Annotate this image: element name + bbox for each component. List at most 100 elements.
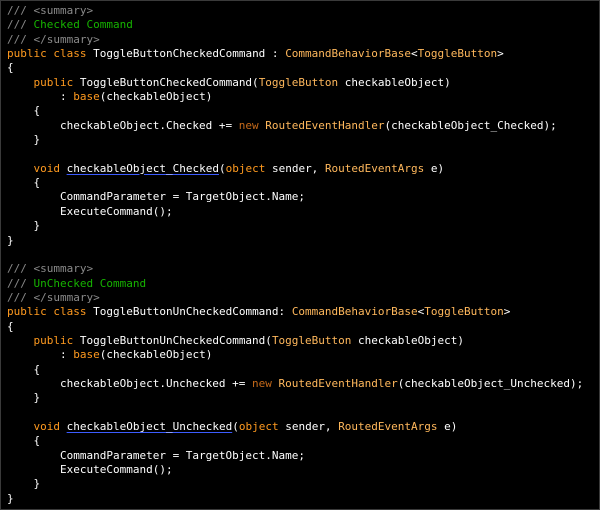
code-token: CommandParameter = TargetObject.Name; [7, 190, 306, 204]
code-editor[interactable]: /// <summary>/// Checked Command/// </su… [0, 0, 600, 510]
code-token: } [7, 391, 41, 405]
code-token: ToggleButtonUnCheckedCommand( [73, 333, 272, 347]
code-token: public [33, 75, 74, 89]
code-line: { [7, 320, 583, 334]
code-token: sender, [265, 161, 325, 175]
code-line: { [7, 176, 583, 190]
code-comment-token: /// [7, 262, 34, 276]
code-token: ( [232, 419, 239, 433]
code-token: public [7, 305, 47, 319]
code-comment-token: /// [7, 4, 34, 17]
code-token: { [7, 176, 41, 190]
code-line: /// <summary> [7, 4, 583, 18]
code-line: { [7, 61, 583, 75]
code-token: RoutedEventHandler [265, 118, 385, 132]
code-line: } [7, 133, 583, 147]
code-line: /// <summary> [7, 262, 583, 276]
code-line: { [7, 434, 583, 448]
code-comment-token: </summary> [33, 290, 100, 304]
code-token: CommandBehaviorBase [285, 47, 412, 61]
code-token: ExecuteCommand(); [7, 204, 173, 218]
code-token: } [7, 219, 41, 233]
code-token: ExecuteCommand(); [7, 463, 173, 476]
code-token: : [7, 90, 74, 104]
code-token: { [7, 434, 41, 448]
code-line: } [7, 492, 583, 506]
code-line: /// UnChecked Command [7, 277, 583, 291]
code-token: RoutedEventArgs [324, 161, 425, 175]
code-token: base [73, 348, 100, 362]
code-token: { [7, 104, 41, 118]
code-token: < [411, 47, 418, 61]
code-token: sender, [278, 419, 339, 433]
code-token: object [238, 419, 279, 433]
code-comment-token: Checked Command [33, 18, 133, 32]
code-comment-token: /// [7, 276, 34, 290]
code-token: CommandParameter = TargetObject.Name; [7, 448, 306, 462]
code-token: ToggleButton [424, 305, 504, 319]
code-token: ToggleButtonUnCheckedCommand: [86, 305, 292, 319]
code-line: checkableObject.Unchecked += new RoutedE… [7, 377, 583, 391]
code-token: void [33, 161, 61, 175]
code-token: ToggleButton [417, 47, 498, 61]
code-line: /// </summary> [7, 33, 583, 47]
code-comment-token: <summary> [33, 262, 94, 276]
code-line: } [7, 477, 583, 491]
code-line: } [7, 391, 583, 405]
code-token: ToggleButton [271, 333, 352, 347]
code-line: : base(checkableObject) [7, 348, 583, 362]
code-token: (checkableObject) [99, 348, 213, 362]
code-token: ( [218, 161, 226, 175]
code-line: } [7, 234, 583, 248]
code-token: CommandBehaviorBase [291, 305, 418, 319]
code-token: new [252, 376, 272, 390]
code-token: new [238, 118, 259, 132]
code-token: { [7, 319, 14, 333]
code-token: } [7, 233, 14, 247]
code-token: (checkableObject_Unchecked); [397, 376, 584, 390]
code-token: checkableObject.Checked += [7, 118, 239, 132]
code-line: void checkableObject_Unchecked(object se… [7, 420, 583, 434]
code-token: object [225, 161, 266, 175]
code-token: { [7, 362, 41, 376]
code-comment-token: <summary> [33, 4, 94, 17]
code-line: public ToggleButtonUnCheckedCommand(Togg… [7, 334, 583, 348]
code-line: : base(checkableObject) [7, 90, 583, 104]
code-token: e) [437, 419, 458, 433]
code-line: ExecuteCommand(); [7, 463, 583, 477]
code-token: checkableObject_Checked [66, 161, 219, 175]
code-token: } [7, 477, 41, 491]
code-comment-token: UnChecked Command [33, 276, 147, 290]
code-line: public class ToggleButtonUnCheckedComman… [7, 305, 583, 319]
code-token: ToggleButton [258, 75, 339, 89]
code-token: void [33, 419, 61, 433]
code-token: RoutedEventArgs [338, 419, 438, 433]
code-token: (checkableObject) [99, 90, 213, 104]
code-block[interactable]: /// <summary>/// Checked Command/// </su… [7, 4, 583, 506]
code-token: : [7, 348, 74, 362]
code-token: checkableObject) [338, 75, 451, 89]
code-token: RoutedEventHandler [278, 376, 398, 390]
code-token: ToggleButtonCheckedCommand : [86, 47, 286, 61]
code-comment-token: /// [7, 32, 34, 46]
code-line: ExecuteCommand(); [7, 205, 583, 219]
code-token: (checkableObject_Checked); [384, 118, 557, 132]
code-line: checkableObject.Checked += new RoutedEve… [7, 119, 583, 133]
code-line: public ToggleButtonCheckedCommand(Toggle… [7, 76, 583, 90]
code-comment-token: </summary> [33, 32, 100, 46]
code-comment-token: /// [7, 290, 34, 304]
code-line: CommandParameter = TargetObject.Name; [7, 190, 583, 204]
code-token: { [7, 61, 14, 75]
code-line: /// </summary> [7, 291, 583, 305]
code-token: e) [424, 161, 445, 175]
code-line: CommandParameter = TargetObject.Name; [7, 449, 583, 463]
code-token: } [7, 133, 41, 147]
code-line: /// Checked Command [7, 18, 583, 32]
code-line: void checkableObject_Checked(object send… [7, 162, 583, 176]
